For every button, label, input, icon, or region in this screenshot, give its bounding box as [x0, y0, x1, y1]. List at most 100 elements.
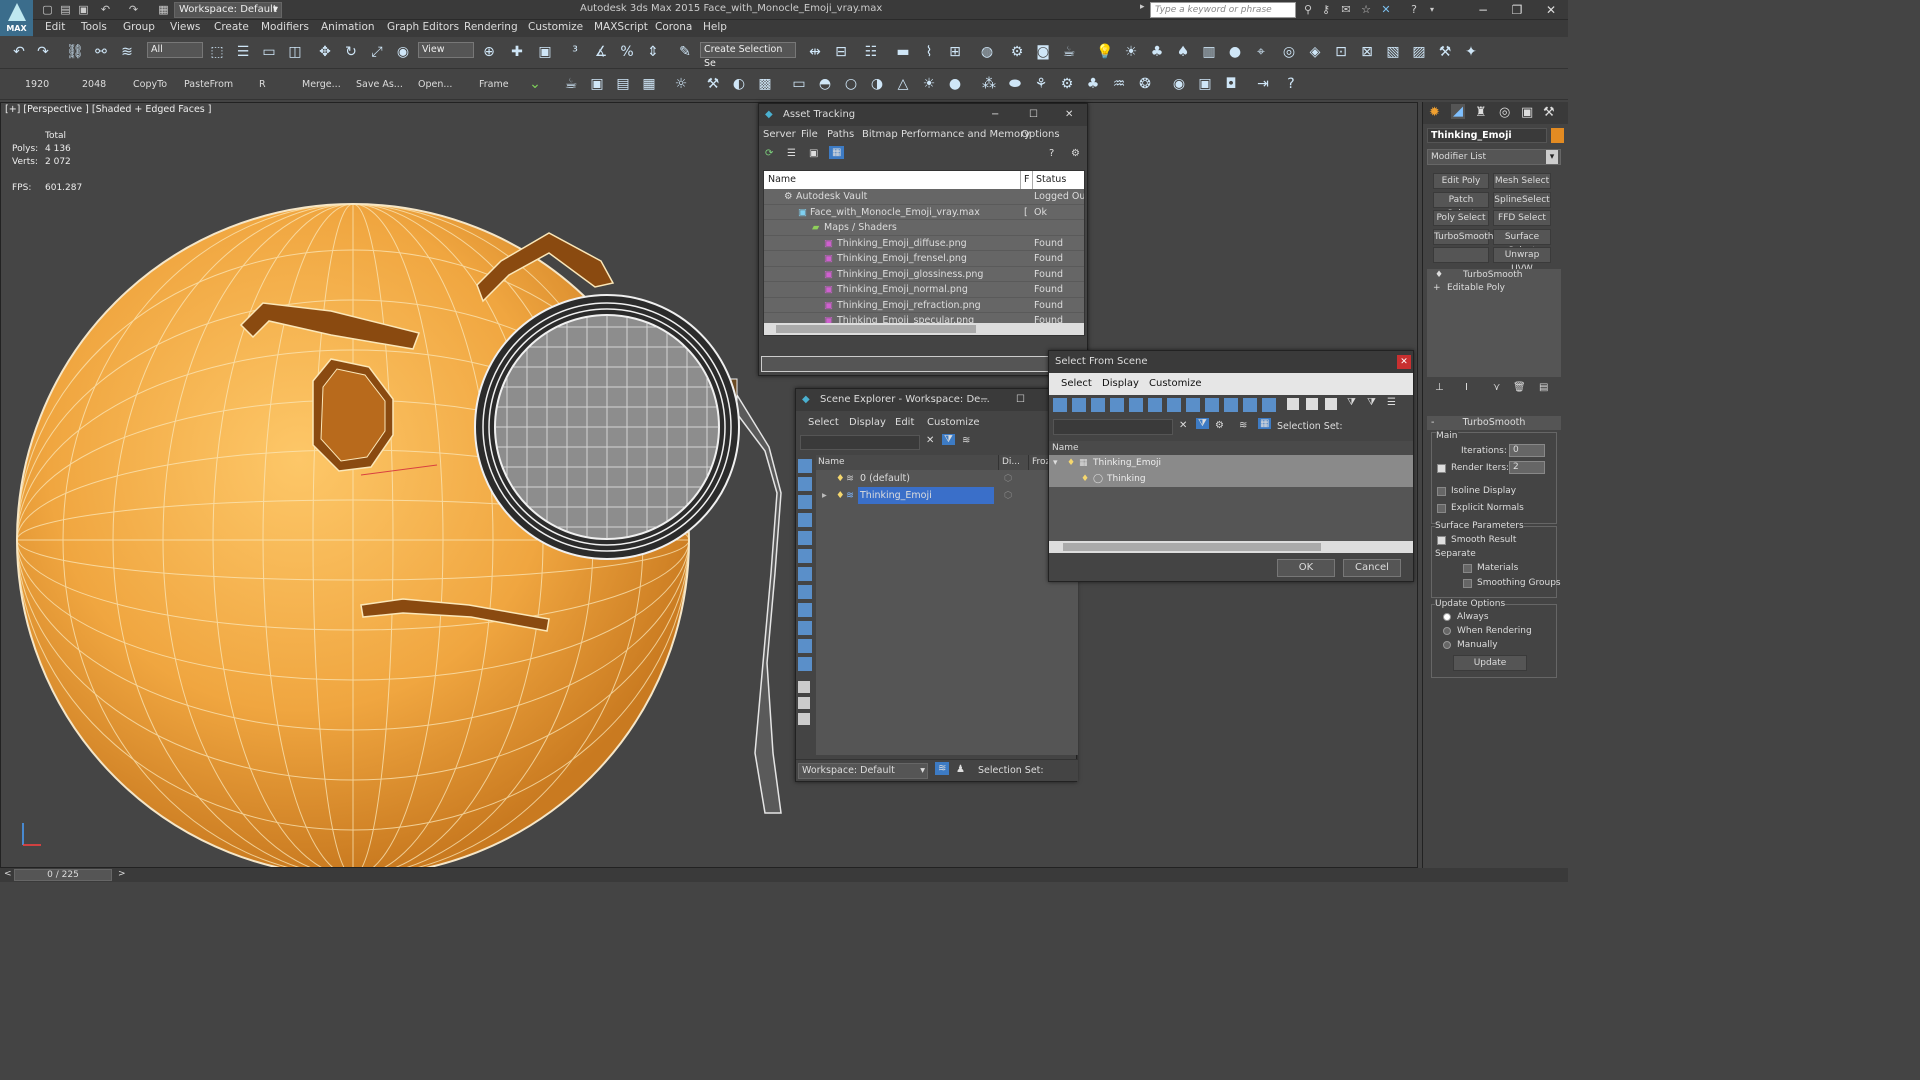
close-icon[interactable]: ✕	[1065, 104, 1073, 126]
material-editor-icon[interactable]: ◍	[976, 41, 998, 63]
cameras-filter-icon[interactable]	[798, 549, 812, 563]
select-invert-icon[interactable]	[1325, 398, 1337, 410]
hair-icon[interactable]: ♒	[1108, 73, 1130, 95]
capsule-icon[interactable]: ⬬	[1004, 73, 1026, 95]
vray-region-icon[interactable]: ▨	[1408, 41, 1430, 63]
table-row[interactable]: ▣ Face_with_Monocle_Emoji_vray.max [Ok	[764, 205, 1084, 220]
tb2-pastefrom-button[interactable]: PasteFrom	[184, 79, 233, 90]
layer-manager-icon[interactable]: ☷	[860, 41, 882, 63]
empty-modifier-button[interactable]	[1433, 247, 1489, 263]
sun-icon[interactable]: ☀	[918, 73, 940, 95]
select-search-input[interactable]	[1053, 419, 1173, 435]
move-icon[interactable]: ✥	[314, 41, 336, 63]
scene-search-input[interactable]	[800, 435, 920, 450]
shapes-filter-icon[interactable]	[798, 513, 812, 527]
scrollbar-thumb[interactable]	[776, 325, 976, 333]
display-box-icon[interactable]: ⬡	[1004, 487, 1012, 504]
help-icon[interactable]: ?	[1049, 148, 1054, 159]
stack-item-editable-poly[interactable]: + Editable Poly	[1427, 282, 1561, 295]
snaps-toggle-icon[interactable]: ³	[564, 41, 586, 63]
undo-icon[interactable]: ↶	[98, 2, 113, 17]
show-end-result-icon[interactable]: Ⅰ	[1465, 382, 1468, 393]
filter-options-icon[interactable]: ⧩	[1367, 397, 1376, 408]
communication-icon[interactable]: ✉	[1338, 2, 1354, 18]
menu-bitmap-performance[interactable]: Bitmap Performance and Memory	[862, 129, 1030, 140]
turbosmooth-rollout-header[interactable]: - TurboSmooth	[1427, 416, 1561, 430]
restore-icon[interactable]: ❐	[1500, 0, 1534, 20]
undo-icon[interactable]: ↶	[8, 41, 30, 63]
select-none-icon[interactable]	[798, 697, 810, 709]
redo-icon[interactable]: ↷	[126, 2, 141, 17]
menu-customize[interactable]: Customize	[528, 21, 583, 33]
close-icon[interactable]: ✕	[1397, 355, 1411, 369]
particles-icon[interactable]: ⁂	[978, 73, 1000, 95]
close-icon[interactable]: ✕	[1534, 0, 1568, 20]
tb2-r-button[interactable]: R	[259, 79, 266, 90]
mirror-icon[interactable]: ⇹	[804, 41, 826, 63]
select-all-icon[interactable]	[798, 681, 810, 693]
containers-filter-icon[interactable]	[798, 657, 812, 671]
filter-funnel-icon[interactable]: ⧩	[1347, 397, 1356, 408]
vray-sphere-icon[interactable]: ●	[1224, 41, 1246, 63]
vray-plane-icon[interactable]: ▥	[1198, 41, 1220, 63]
isoline-display-checkbox[interactable]	[1437, 487, 1446, 496]
viewport-label[interactable]: [+] [Perspective ] [Shaded + Edged Faces…	[5, 104, 211, 115]
vray-light-icon[interactable]: 💡	[1094, 41, 1116, 63]
menu-rendering[interactable]: Rendering	[464, 21, 518, 33]
render-production-icon[interactable]: ☕	[1058, 41, 1080, 63]
table-row[interactable]: ⚙ Autodesk Vault Logged Out	[764, 189, 1084, 205]
menu-file[interactable]: File	[801, 129, 818, 140]
filter-helpers-icon[interactable]	[1129, 398, 1143, 412]
scrollbar-thumb[interactable]	[1063, 543, 1321, 551]
smooth-result-checkbox[interactable]	[1437, 536, 1446, 545]
mesh-icon[interactable]: ◑	[866, 73, 888, 95]
vray-fur-icon[interactable]: ♠	[1172, 41, 1194, 63]
clear-search-icon[interactable]: ✕	[1179, 420, 1187, 431]
expand-plus-icon[interactable]: +	[1433, 282, 1441, 295]
max-logo-button[interactable]: MAX	[0, 0, 33, 36]
yellow-sphere-icon[interactable]: ●	[944, 73, 966, 95]
new-file-icon[interactable]: ▢	[40, 2, 55, 17]
help-circle-icon[interactable]: ?	[1280, 73, 1302, 95]
lightbulb-icon[interactable]: ♦	[836, 487, 845, 504]
minimize-icon[interactable]: −	[980, 389, 988, 411]
helpers-filter-icon[interactable]	[798, 567, 812, 581]
scene-explorer-titlebar[interactable]: ◆ Scene Explorer - Workspace: De... − ☐	[796, 389, 1076, 411]
configure-sets-icon[interactable]: ▤	[1539, 382, 1548, 393]
exchange-icon[interactable]: ✕	[1378, 2, 1394, 18]
pivot-center-icon[interactable]: ⊕	[478, 41, 500, 63]
cancel-button[interactable]: Cancel	[1343, 559, 1401, 577]
settings-icon[interactable]: ⚙	[1071, 148, 1080, 159]
vray-render-icon[interactable]: ◈	[1304, 41, 1326, 63]
lightbulb-icon[interactable]: ♦	[1435, 269, 1443, 282]
stack-item-turbosmooth[interactable]: ♦ TurboSmooth	[1427, 269, 1561, 282]
unwrap-uvw-button[interactable]: Unwrap UVW	[1493, 247, 1551, 274]
menu-maxscript[interactable]: MAXScript	[594, 21, 648, 33]
when-rendering-radio[interactable]	[1443, 627, 1451, 635]
menu-paths[interactable]: Paths	[827, 129, 854, 140]
selection-filter-dropdown[interactable]: All	[147, 42, 203, 58]
teapot-icon[interactable]: ☕	[560, 73, 582, 95]
ffd-select-button[interactable]: FFD Select	[1493, 210, 1551, 226]
vray-lister-icon[interactable]: ▧	[1382, 41, 1404, 63]
col-name-header[interactable]: Name	[768, 171, 796, 189]
collapse-arrow-icon[interactable]: ▾	[1053, 455, 1058, 471]
poly-select-button[interactable]: Poly Select	[1433, 210, 1489, 226]
menu-options[interactable]: Options	[1021, 129, 1060, 140]
select-dialog-titlebar[interactable]: Select From Scene ✕	[1049, 351, 1413, 373]
project-folder-icon[interactable]: ▦	[156, 2, 171, 17]
smoothing-groups-checkbox[interactable]	[1463, 579, 1472, 588]
ribbon-icon[interactable]: ▬	[892, 41, 914, 63]
render-list-icon[interactable]: ▤	[612, 73, 634, 95]
filter-groups-icon[interactable]	[1167, 398, 1181, 412]
display-none-icon[interactable]	[798, 459, 812, 473]
render-table-icon[interactable]: ▦	[638, 73, 660, 95]
filter-xrefs-icon[interactable]	[1186, 398, 1200, 412]
vray-bulb-icon[interactable]: ✦	[1460, 41, 1482, 63]
table-row[interactable]: ▣ Thinking_Emoji_refraction.png Found	[764, 298, 1084, 313]
cone-icon[interactable]: △	[892, 73, 914, 95]
menu-animation[interactable]: Animation	[321, 21, 375, 33]
gauge-icon[interactable]: ◐	[728, 73, 750, 95]
plant-icon[interactable]: ♣	[1082, 73, 1104, 95]
tree-row-default-layer[interactable]: ♦ ≋ 0 (default) ⬡	[816, 470, 1078, 487]
